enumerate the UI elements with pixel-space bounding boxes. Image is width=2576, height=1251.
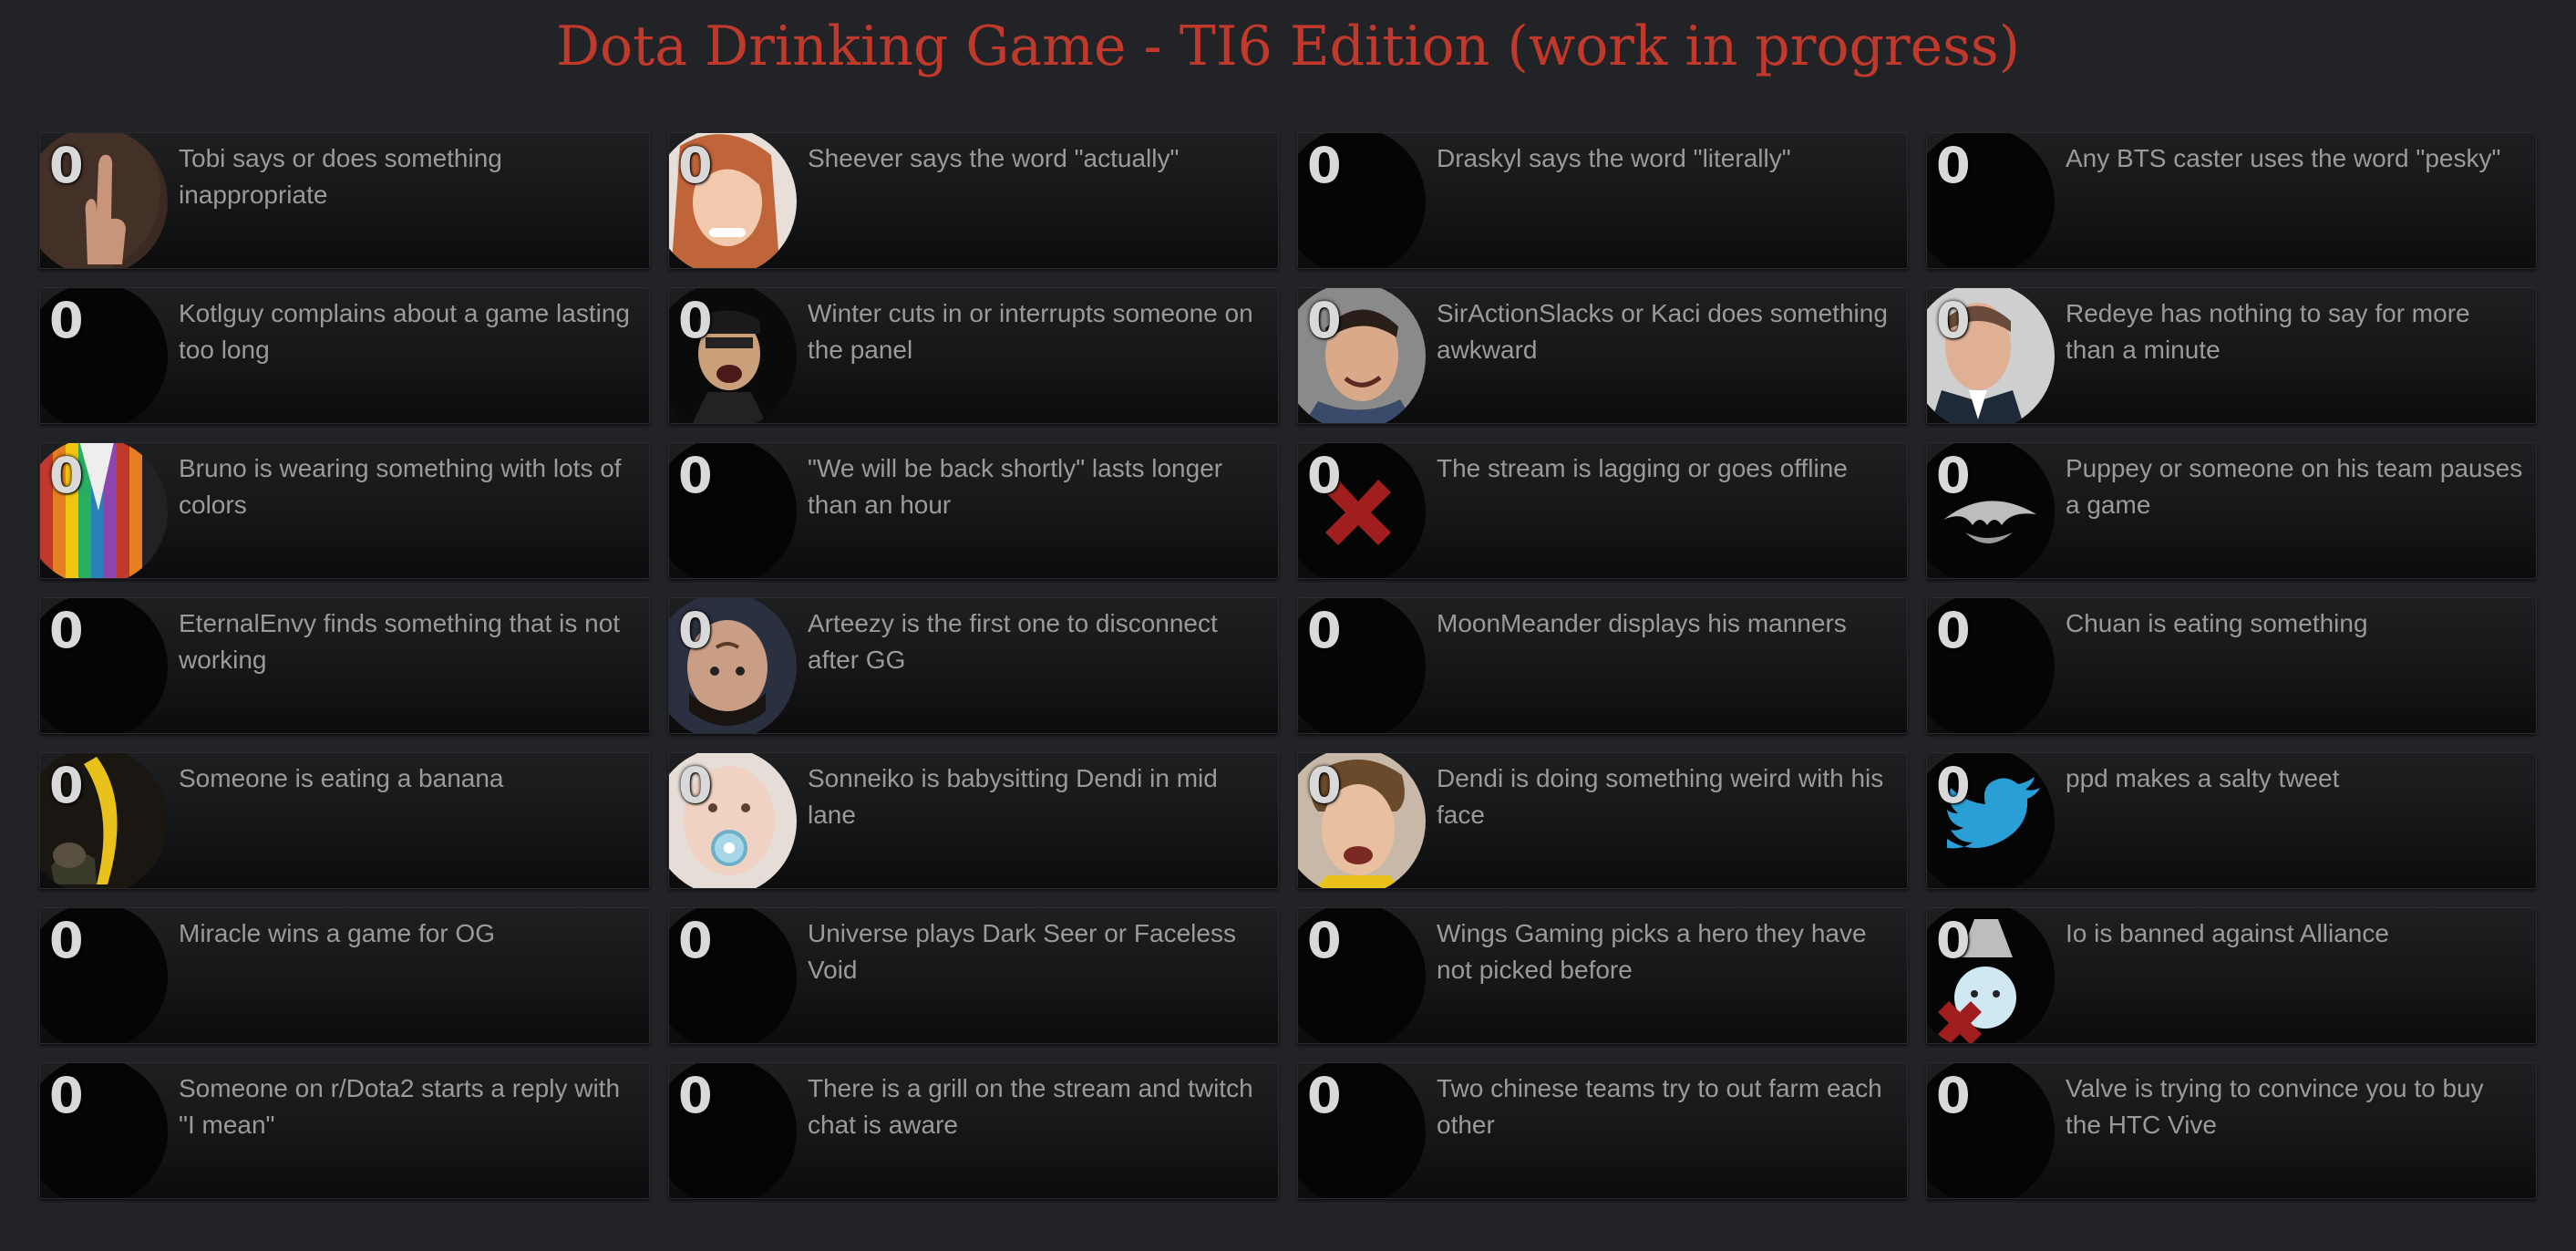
tile-counter: 0 <box>1307 1067 1342 1124</box>
tile-label: Bruno is wearing something with lots of … <box>179 454 622 519</box>
game-tile[interactable]: 0 Bruno is wearing something with lots of… <box>39 442 650 579</box>
drinking-game-grid: 0 Tobi says or does something inappropria… <box>39 132 2538 1199</box>
tile-label: Chuan is eating something <box>2066 609 2368 637</box>
tile-counter: 0 <box>678 1067 713 1124</box>
tile-label: "We will be back shortly" lasts longer t… <box>808 454 1223 519</box>
game-tile[interactable]: 0 Valve is trying to convince you to buy … <box>1926 1062 2537 1199</box>
game-tile[interactable]: 0 Redeye has nothing to say for more than… <box>1926 287 2537 424</box>
game-tile[interactable]: 0 Someone is eating a banana <box>39 752 650 889</box>
tile-label: Wings Gaming picks a hero they have not … <box>1437 919 1867 984</box>
tile-label: Two chinese teams try to out farm each o… <box>1437 1074 1882 1139</box>
game-tile[interactable]: 0 Sheever says the word "actually" <box>668 132 1279 269</box>
tile-counter: 0 <box>1936 447 1971 504</box>
tile-counter: 0 <box>49 602 84 659</box>
game-tile[interactable]: 0 There is a grill on the stream and twit… <box>668 1062 1279 1199</box>
game-tile[interactable]: 0 Kotlguy complains about a game lasting … <box>39 287 650 424</box>
game-tile[interactable]: 0 ppd makes a salty tweet <box>1926 752 2537 889</box>
tile-counter: 0 <box>49 912 84 969</box>
game-tile[interactable]: 0 The stream is lagging or goes offline <box>1297 442 1908 579</box>
game-tile[interactable]: 0 EternalEnvy finds something that is not… <box>39 597 650 734</box>
tile-label: Universe plays Dark Seer or Faceless Voi… <box>808 919 1236 984</box>
tile-label: ppd makes a salty tweet <box>2066 764 2340 792</box>
tile-label: Arteezy is the first one to disconnect a… <box>808 609 1218 674</box>
game-tile[interactable]: 0 "We will be back shortly" lasts longer … <box>668 442 1279 579</box>
tile-label: Io is banned against Alliance <box>2066 919 2389 947</box>
game-tile[interactable]: 0 Sonneiko is babysitting Dendi in mid la… <box>668 752 1279 889</box>
tile-label: Dendi is doing something weird with his … <box>1437 764 1884 829</box>
tile-label: Any BTS caster uses the word "pesky" <box>2066 144 2501 172</box>
game-tile[interactable]: 0 Chuan is eating something <box>1926 597 2537 734</box>
tile-counter: 0 <box>49 137 84 194</box>
tile-counter: 0 <box>1307 912 1342 969</box>
tile-counter: 0 <box>678 912 713 969</box>
tile-label: Someone is eating a banana <box>179 764 504 792</box>
tile-counter: 0 <box>678 757 713 814</box>
tile-counter: 0 <box>1936 1067 1971 1124</box>
tile-counter: 0 <box>1307 602 1342 659</box>
tile-label: SirActionSlacks or Kaci does something a… <box>1437 299 1888 364</box>
tile-label: Valve is trying to convince you to buy t… <box>2066 1074 2484 1139</box>
tile-label: Draskyl says the word "literally" <box>1437 144 1791 172</box>
tile-counter: 0 <box>1307 292 1342 349</box>
tile-label: Puppey or someone on his team pauses a g… <box>2066 454 2523 519</box>
game-tile[interactable]: 0 Draskyl says the word "literally" <box>1297 132 1908 269</box>
game-tile[interactable]: 0 MoonMeander displays his manners <box>1297 597 1908 734</box>
tile-label: Redeye has nothing to say for more than … <box>2066 299 2470 364</box>
game-tile[interactable]: 0 SirActionSlacks or Kaci does something … <box>1297 287 1908 424</box>
tile-label: Winter cuts in or interrupts someone on … <box>808 299 1253 364</box>
tile-counter: 0 <box>678 602 713 659</box>
tile-counter: 0 <box>1307 757 1342 814</box>
game-tile[interactable]: 0 Two chinese teams try to out farm each … <box>1297 1062 1908 1199</box>
game-tile[interactable]: 0 Universe plays Dark Seer or Faceless Vo… <box>668 907 1279 1044</box>
tile-counter: 0 <box>1307 447 1342 504</box>
tile-label: EternalEnvy finds something that is not … <box>179 609 621 674</box>
tile-label: Someone on r/Dota2 starts a reply with "… <box>179 1074 621 1139</box>
game-tile[interactable]: 0 Winter cuts in or interrupts someone on… <box>668 287 1279 424</box>
tile-label: The stream is lagging or goes offline <box>1437 454 1848 482</box>
tile-label: Sheever says the word "actually" <box>808 144 1180 172</box>
game-tile[interactable]: 0 Miracle wins a game for OG <box>39 907 650 1044</box>
tile-counter: 0 <box>1936 292 1971 349</box>
game-tile[interactable]: 0 Someone on r/Dota2 starts a reply with … <box>39 1062 650 1199</box>
tile-counter: 0 <box>49 757 84 814</box>
tile-label: Sonneiko is babysitting Dendi in mid lan… <box>808 764 1218 829</box>
tile-counter: 0 <box>1307 137 1342 194</box>
tile-label: Miracle wins a game for OG <box>179 919 495 947</box>
tile-counter: 0 <box>678 137 713 194</box>
tile-label: Kotlguy complains about a game lasting t… <box>179 299 630 364</box>
game-tile[interactable]: 0 Puppey or someone on his team pauses a … <box>1926 442 2537 579</box>
tile-counter: 0 <box>1936 137 1971 194</box>
tile-label: There is a grill on the stream and twitc… <box>808 1074 1253 1139</box>
tile-label: Tobi says or does something inappropriat… <box>179 144 502 209</box>
tile-counter: 0 <box>678 292 713 349</box>
tile-label: MoonMeander displays his manners <box>1437 609 1847 637</box>
game-tile[interactable]: 0 Tobi says or does something inappropria… <box>39 132 650 269</box>
game-tile[interactable]: 0 Any BTS caster uses the word "pesky" <box>1926 132 2537 269</box>
game-tile[interactable]: 0 Wings Gaming picks a hero they have not… <box>1297 907 1908 1044</box>
game-tile[interactable]: 0 Arteezy is the first one to disconnect … <box>668 597 1279 734</box>
tile-counter: 0 <box>1936 602 1971 659</box>
page-title: Dota Drinking Game - TI6 Edition (work i… <box>555 15 2021 78</box>
tile-counter: 0 <box>49 292 84 349</box>
tile-counter: 0 <box>49 447 84 504</box>
game-tile[interactable]: 0 Dendi is doing something weird with his… <box>1297 752 1908 889</box>
tile-counter: 0 <box>678 447 713 504</box>
tile-counter: 0 <box>1936 757 1971 814</box>
tile-counter: 0 <box>49 1067 84 1124</box>
game-tile[interactable]: 0 Io is banned against Alliance <box>1926 907 2537 1044</box>
tile-counter: 0 <box>1936 912 1971 969</box>
